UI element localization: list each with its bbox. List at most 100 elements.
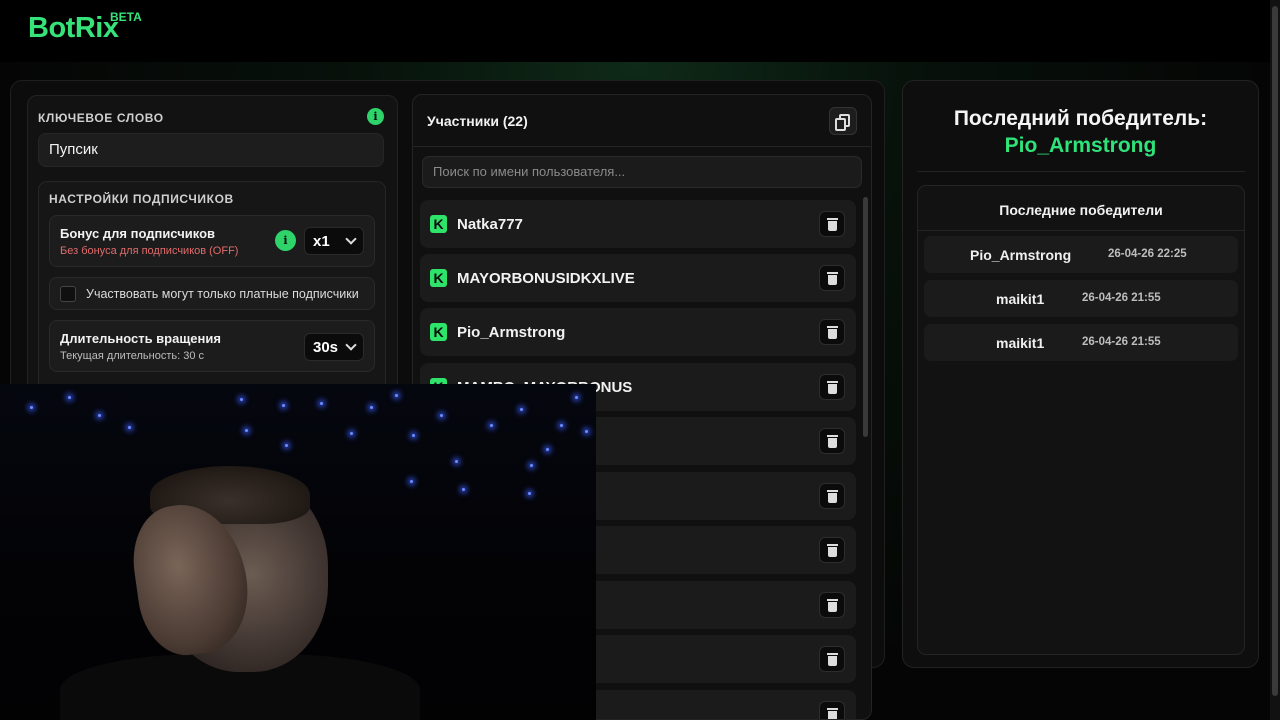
participants-header: Участники (22) [413, 95, 871, 147]
bonus-info-icon[interactable]: i [275, 230, 296, 251]
trash-icon [827, 544, 838, 546]
light-dot [285, 444, 288, 447]
winner-row-name: Pio_Armstrong [970, 247, 1072, 263]
chevron-down-icon [345, 339, 357, 351]
light-dot [98, 414, 101, 417]
light-dot [585, 430, 588, 433]
winner-panel: Последний победитель: Pio_Armstrong Посл… [902, 80, 1259, 668]
recent-winners-title: Последние победители [999, 202, 1163, 218]
winner-row-time: 26-04-26 21:55 [1082, 336, 1161, 348]
kick-icon: K [430, 269, 447, 287]
last-winner-title: Последний победитель: [953, 107, 1208, 130]
copy-button[interactable] [829, 107, 857, 135]
participant-name: Pio_Armstrong [457, 324, 566, 341]
page-scrollbar-thumb[interactable] [1272, 6, 1278, 696]
divider [918, 230, 1244, 231]
winner-row-name: maikit1 [996, 335, 1045, 351]
only-paid-checkbox[interactable] [60, 286, 76, 302]
light-dot [282, 404, 285, 407]
trash-icon [827, 326, 838, 328]
trash-icon [827, 272, 838, 274]
trash-icon [827, 599, 838, 601]
duration-select[interactable]: 30s [304, 333, 364, 361]
winner-row-name: maikit1 [996, 291, 1045, 307]
light-dot [560, 424, 563, 427]
light-dot [546, 448, 549, 451]
light-dot [520, 408, 523, 411]
only-paid-card[interactable]: Участвовать могут только платные подписч… [49, 277, 375, 310]
participant-name: Natka777 [457, 216, 523, 233]
light-dot [440, 414, 443, 417]
delete-button[interactable] [819, 701, 845, 719]
light-dot [530, 464, 533, 467]
trash-icon [827, 653, 838, 655]
light-dot [528, 492, 531, 495]
trash-icon [827, 708, 838, 710]
trash-icon [827, 381, 838, 383]
delete-button[interactable] [819, 537, 845, 563]
beta-badge: BETA [110, 10, 142, 24]
light-dot [30, 406, 33, 409]
light-dot [350, 432, 353, 435]
subscriber-settings: НАСТРОЙКИ ПОДПИСЧИКОВ Бонус для подписчи… [38, 181, 386, 396]
delete-button[interactable] [819, 592, 845, 618]
light-dot [412, 434, 415, 437]
duration-value: 30s [313, 338, 339, 356]
light-dot [370, 406, 373, 409]
subscriber-settings-title: НАСТРОЙКИ ПОДПИСЧИКОВ [49, 192, 234, 206]
winner-row: Pio_Armstrong 26-04-26 22:25 [924, 236, 1238, 273]
last-winner-name: Pio_Armstrong [1004, 134, 1157, 157]
only-paid-label: Участвовать могут только платные подписч… [86, 287, 359, 301]
botrix-logo[interactable]: BotRix [28, 12, 119, 45]
delete-button[interactable] [819, 428, 845, 454]
light-dot [245, 429, 248, 432]
bonus-title: Бонус для подписчиков [60, 226, 216, 241]
bonus-subtitle: Без бонуса для подписчиков (OFF) [60, 245, 239, 257]
participants-title: Участники (22) [427, 113, 528, 129]
delete-button[interactable] [819, 211, 845, 237]
kick-icon: K [430, 215, 447, 233]
keyword-input[interactable]: Пупсик [38, 133, 384, 167]
delete-button[interactable] [819, 374, 845, 400]
participant-name: MAYORBONUSIDKXLIVE [457, 270, 635, 287]
light-dot [410, 480, 413, 483]
winner-row-time: 26-04-26 21:55 [1082, 292, 1161, 304]
trash-icon [827, 435, 838, 437]
light-dot [320, 402, 323, 405]
delete-button[interactable] [819, 483, 845, 509]
light-dot [462, 488, 465, 491]
participant-row: K Pio_Armstrong [420, 308, 856, 356]
recent-winners-list: Последние победители Pio_Armstrong 26-04… [917, 185, 1245, 655]
webcam-overlay [0, 384, 596, 720]
kick-icon: K [430, 323, 447, 341]
duration-title: Длительность вращения [60, 331, 221, 346]
delete-button[interactable] [819, 646, 845, 672]
spin-duration-card: Длительность вращения Текущая длительнос… [49, 320, 375, 372]
participant-search-input[interactable]: Поиск по имени пользователя... [422, 156, 862, 188]
trash-icon [827, 490, 838, 492]
winner-row: maikit1 26-04-26 21:55 [924, 280, 1238, 317]
light-dot [455, 460, 458, 463]
top-bar: BotRix BETA [0, 0, 1270, 62]
info-icon[interactable]: i [367, 108, 384, 125]
light-dot [490, 424, 493, 427]
light-dot [575, 396, 578, 399]
keyword-label: КЛЮЧЕВОЕ СЛОВО [38, 111, 164, 125]
participant-row: K MAYORBONUSIDKXLIVE [420, 254, 856, 302]
subscriber-bonus-card: Бонус для подписчиков Без бонуса для под… [49, 215, 375, 267]
participants-scrollbar[interactable] [863, 197, 868, 437]
light-dot [240, 398, 243, 401]
delete-button[interactable] [819, 265, 845, 291]
participant-row: K Natka777 [420, 200, 856, 248]
bonus-multiplier-value: x1 [313, 232, 330, 250]
light-dot [395, 394, 398, 397]
delete-button[interactable] [819, 319, 845, 345]
light-dot [128, 426, 131, 429]
page-scrollbar[interactable] [1270, 0, 1280, 720]
bonus-multiplier-select[interactable]: x1 [304, 227, 364, 255]
divider [917, 171, 1245, 172]
trash-icon [827, 218, 838, 220]
settings-panel: КЛЮЧЕВОЕ СЛОВО i Пупсик НАСТРОЙКИ ПОДПИС… [27, 95, 398, 396]
winner-row-time: 26-04-26 22:25 [1108, 248, 1187, 260]
duration-subtitle: Текущая длительность: 30 с [60, 350, 204, 362]
